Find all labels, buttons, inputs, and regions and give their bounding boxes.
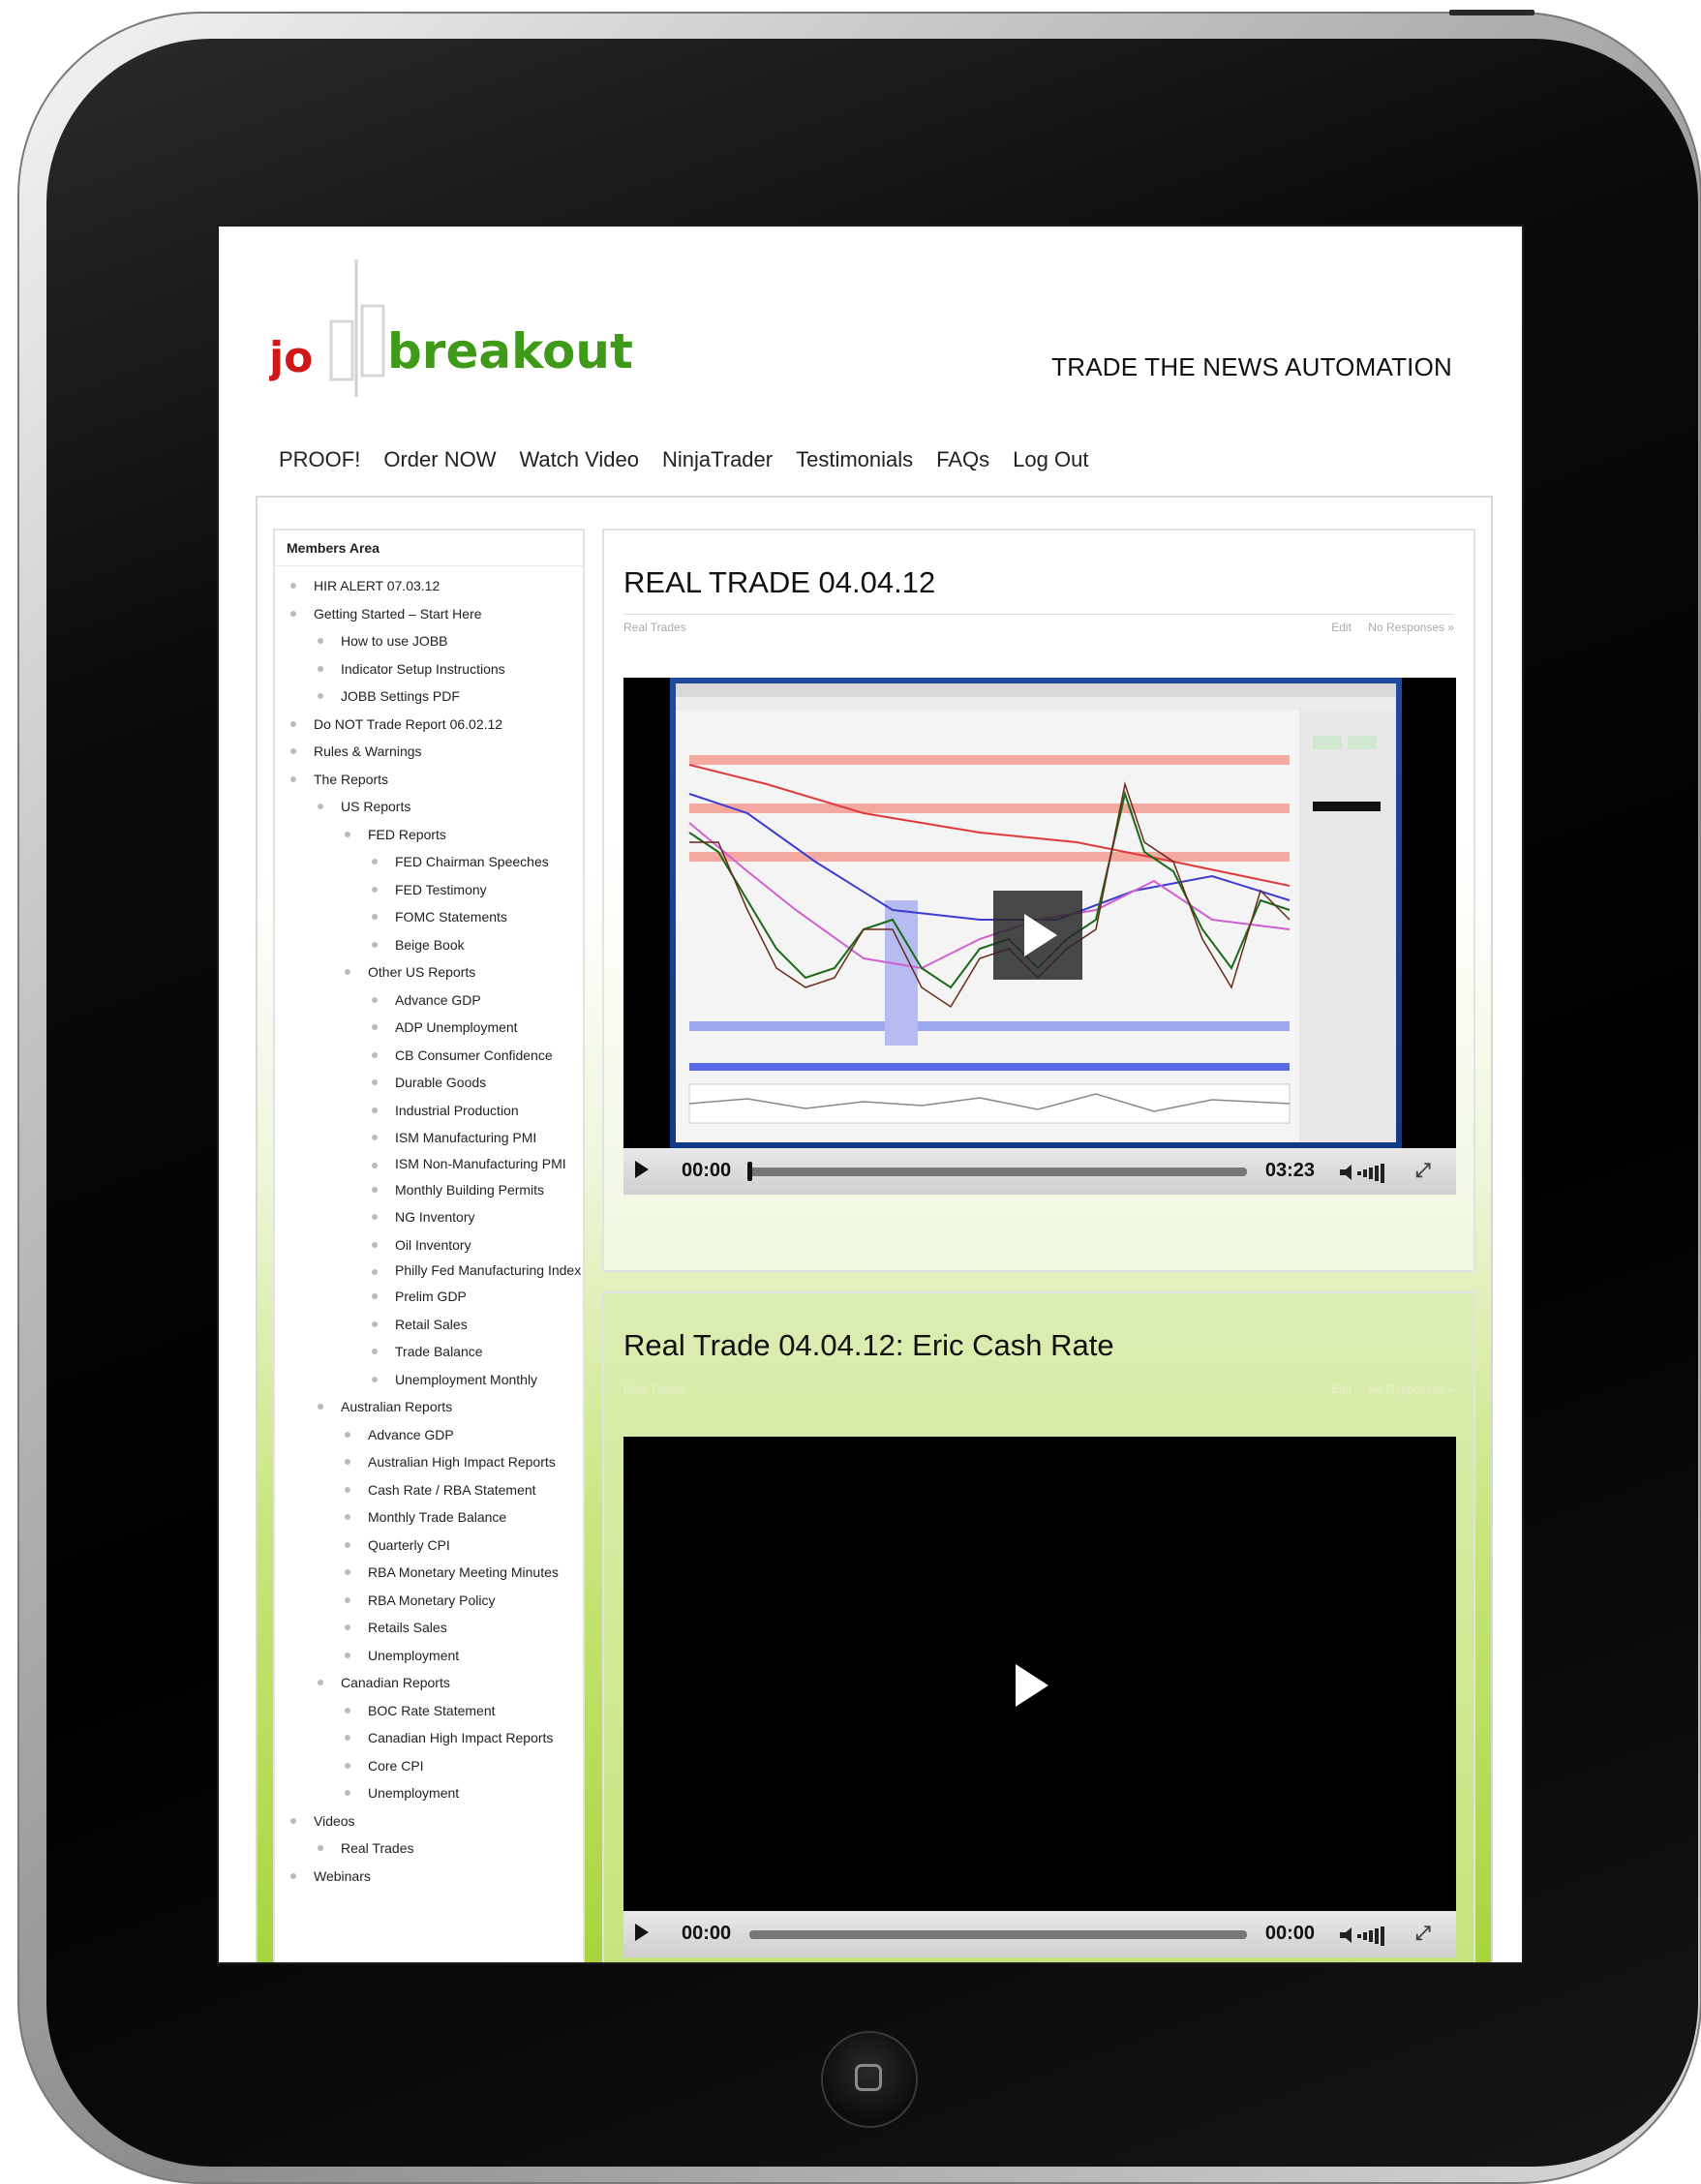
sidebar-item[interactable]: How to use JOBB xyxy=(275,627,583,655)
post-meta: Real Trades Edit No Responses » xyxy=(623,1377,1454,1400)
sidebar-item[interactable]: Prelim GDP xyxy=(275,1283,583,1311)
sidebar-item[interactable]: Indicator Setup Instructions xyxy=(275,655,583,683)
sidebar-item[interactable]: Advance GDP xyxy=(275,986,583,1015)
sidebar-item[interactable]: FOMC Statements xyxy=(275,903,583,931)
sidebar-item[interactable]: Unemployment xyxy=(275,1779,583,1807)
sidebar-item[interactable]: Real Trades xyxy=(275,1835,583,1863)
sidebar-item[interactable]: Unemployment Monthly xyxy=(275,1366,583,1394)
progress-thumb[interactable] xyxy=(747,1162,752,1181)
sidebar-item[interactable]: FED Chairman Speeches xyxy=(275,848,583,876)
main-nav: PROOF! Order NOW Watch Video NinjaTrader… xyxy=(279,447,1111,472)
sidebar-item[interactable]: Cash Rate / RBA Statement xyxy=(275,1476,583,1504)
play-overlay-button[interactable] xyxy=(1016,1664,1048,1707)
video-controls: 00:00 03:23 ⤢ xyxy=(623,1148,1456,1195)
sidebar-item[interactable]: Other US Reports xyxy=(275,958,583,986)
sidebar-item[interactable]: Retail Sales xyxy=(275,1311,583,1339)
device-edge-detail xyxy=(1449,10,1534,15)
play-icon[interactable] xyxy=(635,1924,649,1941)
sidebar-item[interactable]: US Reports xyxy=(275,793,583,821)
sidebar-item[interactable]: Unemployment xyxy=(275,1642,583,1670)
video-duration: 03:23 xyxy=(1264,1160,1315,1181)
sidebar-item[interactable]: CB Consumer Confidence xyxy=(275,1042,583,1070)
volume-icon[interactable] xyxy=(1338,1162,1396,1183)
play-overlay-button[interactable] xyxy=(993,891,1082,980)
sidebar-item[interactable]: Videos xyxy=(275,1807,583,1835)
sidebar-item[interactable]: Trade Balance xyxy=(275,1338,583,1366)
video-duration: 00:00 xyxy=(1264,1923,1315,1944)
post-meta: Real Trades Edit No Responses » xyxy=(623,614,1454,638)
screen: jo breakout TRADE THE NEWS AUTOMATION PR… xyxy=(217,225,1524,1964)
video-player[interactable]: 00:00 03:23 ⤢ xyxy=(623,678,1456,1195)
sidebar-item[interactable]: FED Reports xyxy=(275,821,583,849)
edit-link[interactable]: Edit xyxy=(1331,621,1352,634)
play-icon[interactable] xyxy=(635,1161,649,1178)
nav-testimonials[interactable]: Testimonials xyxy=(796,447,913,472)
post-real-trade-2: Real Trade 04.04.12: Eric Cash Rate Real… xyxy=(602,1291,1475,1962)
logo-jo-text: jo xyxy=(269,333,313,382)
sidebar-item[interactable]: Do NOT Trade Report 06.02.12 xyxy=(275,711,583,739)
nav-order-now[interactable]: Order NOW xyxy=(383,447,496,472)
sidebar-menu: HIR ALERT 07.03.12 Getting Started – Star… xyxy=(275,566,583,1890)
sidebar-item[interactable]: Getting Started – Start Here xyxy=(275,600,583,628)
video-current-time: 00:00 xyxy=(682,1923,732,1944)
video-progress-bar[interactable] xyxy=(747,1162,1247,1181)
sidebar-item[interactable]: The Reports xyxy=(275,766,583,794)
nav-log-out[interactable]: Log Out xyxy=(1013,447,1088,472)
sidebar-item[interactable]: Durable Goods xyxy=(275,1069,583,1097)
sidebar-item[interactable]: NG Inventory xyxy=(275,1203,583,1231)
video-controls: 00:00 00:00 ⤢ xyxy=(623,1911,1456,1957)
edit-link[interactable]: Edit xyxy=(1331,1382,1352,1396)
sidebar-title: Members Area xyxy=(275,531,583,566)
sidebar-item[interactable]: Beige Book xyxy=(275,931,583,959)
sidebar-item[interactable]: FED Testimony xyxy=(275,876,583,904)
sidebar-item[interactable]: Core CPI xyxy=(275,1752,583,1780)
site-tagline: TRADE THE NEWS AUTOMATION xyxy=(1051,352,1452,381)
sidebar-item[interactable]: Retails Sales xyxy=(275,1614,583,1642)
responses-link[interactable]: No Responses » xyxy=(1368,1382,1454,1396)
logo-breakout-text: breakout xyxy=(387,323,633,379)
sidebar-item[interactable]: Webinars xyxy=(275,1863,583,1891)
sidebar-item[interactable]: Industrial Production xyxy=(275,1097,583,1125)
sidebar-item[interactable]: Canadian Reports xyxy=(275,1669,583,1697)
sidebar: Members Area HIR ALERT 07.03.12 Getting S… xyxy=(273,529,585,1962)
site-logo[interactable]: jo breakout xyxy=(269,252,656,407)
post-category-link[interactable]: Real Trades xyxy=(623,621,686,634)
post-title[interactable]: Real Trade 04.04.12: Eric Cash Rate xyxy=(623,1328,1114,1363)
sidebar-item[interactable]: Advance GDP xyxy=(275,1421,583,1449)
home-icon xyxy=(855,2064,882,2091)
post-category-link[interactable]: Real Trades xyxy=(623,1382,686,1396)
sidebar-item[interactable]: Rules & Warnings xyxy=(275,738,583,766)
sidebar-item[interactable]: ISM Non-Manufacturing PMI xyxy=(275,1152,583,1176)
sidebar-item[interactable]: Monthly Building Permits xyxy=(275,1176,583,1204)
volume-icon[interactable] xyxy=(1338,1925,1396,1946)
nav-watch-video[interactable]: Watch Video xyxy=(519,447,639,472)
responses-link[interactable]: No Responses » xyxy=(1368,621,1454,634)
site-header: jo breakout TRADE THE NEWS AUTOMATION xyxy=(219,227,1522,420)
sidebar-item[interactable]: ISM Manufacturing PMI xyxy=(275,1124,583,1152)
sidebar-item[interactable]: Oil Inventory xyxy=(275,1231,583,1259)
nav-faqs[interactable]: FAQs xyxy=(936,447,989,472)
nav-proof[interactable]: PROOF! xyxy=(279,447,360,472)
sidebar-item[interactable]: BOC Rate Statement xyxy=(275,1697,583,1725)
sidebar-item[interactable]: Monthly Trade Balance xyxy=(275,1503,583,1532)
video-progress-bar[interactable] xyxy=(749,1930,1247,1939)
post-title[interactable]: REAL TRADE 04.04.12 xyxy=(623,565,935,600)
sidebar-item[interactable]: Quarterly CPI xyxy=(275,1532,583,1560)
sidebar-item[interactable]: Australian High Impact Reports xyxy=(275,1448,583,1476)
sidebar-item[interactable]: RBA Monetary Meeting Minutes xyxy=(275,1559,583,1587)
sidebar-item[interactable]: JOBB Settings PDF xyxy=(275,682,583,711)
video-player[interactable]: 00:00 00:00 ⤢ xyxy=(623,1437,1456,1957)
sidebar-item[interactable]: HIR ALERT 07.03.12 xyxy=(275,572,583,600)
post-real-trade-1: REAL TRADE 04.04.12 Real Trades Edit No … xyxy=(602,529,1475,1272)
sidebar-item[interactable]: ADP Unemployment xyxy=(275,1014,583,1042)
fullscreen-icon[interactable]: ⤢ xyxy=(1415,1923,1439,1946)
sidebar-item[interactable]: Australian Reports xyxy=(275,1393,583,1421)
nav-ninjatrader[interactable]: NinjaTrader xyxy=(662,447,773,472)
fullscreen-icon[interactable]: ⤢ xyxy=(1415,1160,1439,1183)
video-current-time: 00:00 xyxy=(682,1160,732,1181)
home-button[interactable] xyxy=(823,2033,916,2126)
sidebar-item[interactable]: RBA Monetary Policy xyxy=(275,1587,583,1615)
sidebar-item[interactable]: Canadian High Impact Reports xyxy=(275,1724,583,1752)
sidebar-item[interactable]: Philly Fed Manufacturing Index xyxy=(275,1259,583,1283)
